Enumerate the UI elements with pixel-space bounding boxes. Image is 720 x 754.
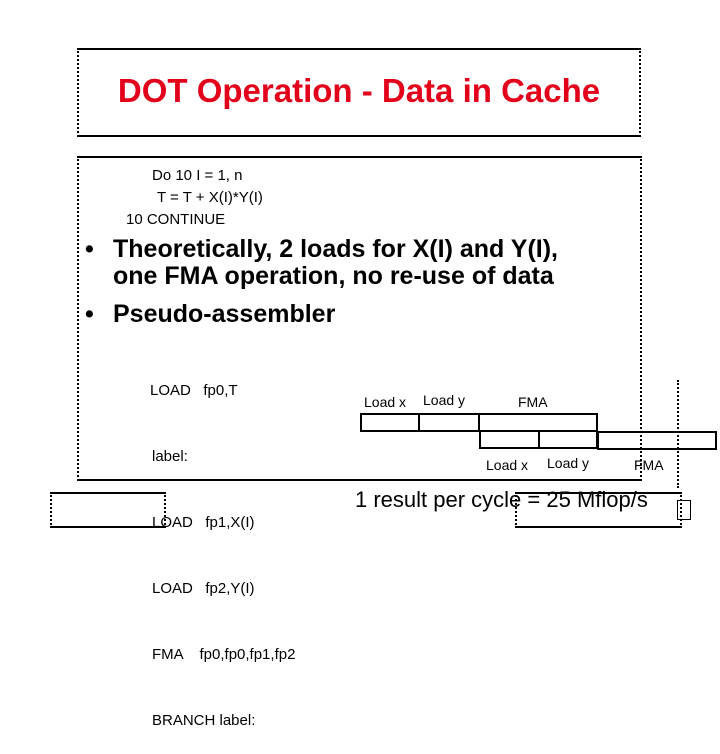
result-text: 1 result per cycle = 25 Mflop/s (355, 487, 648, 512)
pipeline-stage-fma (597, 431, 717, 450)
asm-line: BRANCH label: (152, 712, 256, 729)
pipeline-label-load-x: Load x (486, 457, 529, 473)
code-line-continue: 10 CONTINUE (126, 211, 226, 228)
pipeline-label-load-y: Load y (423, 392, 466, 408)
bullet-pseudo-assembler: • Pseudo-assembler (85, 301, 335, 328)
bullet-icon: • (85, 300, 94, 328)
asm-line: LOAD fp2,Y(I) (152, 580, 255, 597)
pipeline-stage-load-x (479, 430, 540, 449)
asm-line: LOAD fp1,X(I) (152, 514, 255, 531)
pipeline-stage-load-y (418, 413, 480, 432)
placeholder-square (677, 500, 691, 520)
pipeline-label-fma: FMA (518, 394, 548, 410)
bullet-text-line1: Theoretically, 2 loads for X(I) and Y(I)… (113, 235, 558, 263)
code-line-do: Do 10 I = 1, n (152, 167, 243, 184)
dotted-divider (677, 380, 679, 488)
slide-title: DOT Operation - Data in Cache (117, 72, 601, 109)
bullet-text-line2: one FMA operation, no re-use of data (113, 262, 554, 290)
pipeline-stage-load-y (538, 430, 598, 449)
placeholder-box-left (50, 492, 166, 528)
asm-line: label: (152, 448, 188, 465)
assembler-listing: LOAD fp0,T label: LOAD fp1,X(I) LOAD fp2… (150, 336, 295, 754)
code-line-sum: T = T + X(I)*Y(I) (157, 189, 263, 206)
bullet-text: Pseudo-assembler (113, 300, 336, 328)
pipeline-label-fma: FMA (634, 457, 664, 473)
pipeline-stage-load-x (360, 413, 420, 432)
bullet-icon: • (85, 235, 94, 263)
pipeline-label-load-x: Load x (364, 394, 407, 410)
pipeline-label-load-y: Load y (547, 455, 590, 471)
asm-line: LOAD fp0,T (150, 382, 238, 399)
asm-line: FMA fp0,fp0,fp1,fp2 (152, 646, 296, 663)
bullet-theoretically: • Theoretically, 2 loads for X(I) and Y(I… (85, 236, 558, 290)
